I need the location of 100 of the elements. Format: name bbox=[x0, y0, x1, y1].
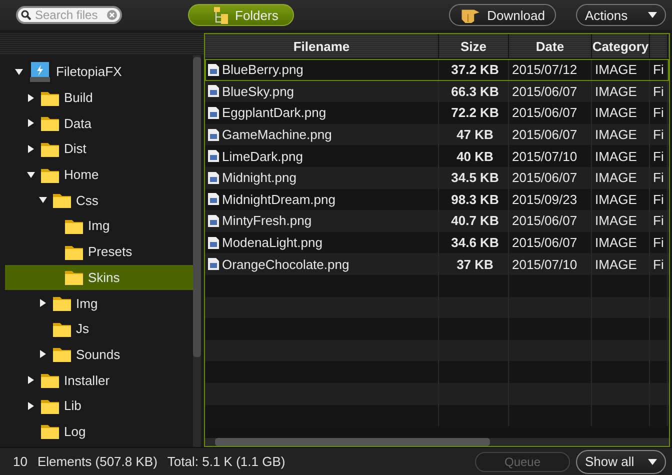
tree-label: Data bbox=[64, 116, 92, 131]
category-cell: IMAGE bbox=[595, 235, 637, 250]
tree-item[interactable]: Data bbox=[5, 110, 193, 136]
tree-item[interactable]: Home bbox=[5, 162, 193, 188]
category-cell: IMAGE bbox=[595, 213, 637, 228]
tree-item[interactable]: Log bbox=[5, 418, 193, 444]
filename-cell: Midnight.png bbox=[222, 170, 296, 186]
table-row[interactable]: BlueSky.png 66.3 KB 2015/06/07 IMAGE Fi bbox=[205, 80, 669, 102]
size-cell: 40 KB bbox=[456, 148, 494, 164]
folder-icon bbox=[65, 269, 83, 286]
caret-right-icon[interactable] bbox=[27, 376, 35, 384]
table-row[interactable]: EggplantDark.png 72.2 KB 2015/06/07 IMAGE Fi bbox=[205, 102, 669, 124]
size-cell: 66.3 KB bbox=[451, 84, 499, 99]
table-row[interactable]: MintyFresh.png 40.7 KB 2015/06/07 IMAGE Fi bbox=[205, 210, 669, 232]
tree-label: Img bbox=[76, 296, 98, 311]
scrollbar[interactable] bbox=[205, 438, 669, 446]
folder-icon bbox=[41, 372, 59, 388]
table-row[interactable]: MidnightDream.png 98.3 KB 2015/09/23 IMAGE Fi bbox=[205, 188, 669, 210]
category-cell: IMAGE bbox=[595, 170, 637, 186]
size-cell: 47 KB bbox=[456, 127, 494, 142]
caret-right-icon[interactable] bbox=[39, 350, 47, 358]
folder-icon bbox=[53, 320, 71, 337]
caret-down-icon[interactable] bbox=[27, 170, 35, 179]
date-cell: 2015/07/10 bbox=[512, 148, 578, 164]
size-cell: 37.2 KB bbox=[451, 62, 499, 78]
download-button[interactable]: Download bbox=[449, 4, 556, 26]
actions-dropdown[interactable]: Actions bbox=[576, 4, 666, 26]
category-cell: IMAGE bbox=[595, 62, 637, 78]
filename-cell: MidnightDream.png bbox=[222, 192, 336, 207]
size-cell: 34.6 KB bbox=[451, 235, 499, 250]
image-file-icon bbox=[208, 64, 219, 76]
size-cell: 98.3 KB bbox=[451, 192, 499, 207]
size-cell: 37 KB bbox=[456, 256, 494, 272]
tree-item[interactable]: Sounds bbox=[5, 342, 193, 368]
date-cell: 2015/06/07 bbox=[512, 213, 578, 228]
tree-item[interactable]: Installer bbox=[5, 367, 193, 393]
tree-label: Lib bbox=[64, 398, 82, 414]
search-icon bbox=[21, 10, 31, 20]
filename-cell: LimeDark.png bbox=[222, 148, 303, 164]
caret-right-icon[interactable] bbox=[27, 402, 35, 410]
tree-label: Presets bbox=[88, 244, 132, 260]
date-cell: 2015/07/10 bbox=[512, 256, 578, 272]
caret-down-icon bbox=[648, 12, 657, 18]
table-row[interactable]: Midnight.png 34.5 KB 2015/06/07 IMAGE Fi bbox=[205, 166, 669, 189]
folders-button[interactable]: Folders bbox=[188, 4, 294, 26]
table-row[interactable]: LimeDark.png 40 KB 2015/07/10 IMAGE Fi bbox=[205, 145, 669, 167]
caret-right-icon[interactable] bbox=[39, 299, 47, 308]
image-file-icon bbox=[208, 172, 219, 184]
filename-cell: MintyFresh.png bbox=[222, 213, 312, 228]
caret-right-icon[interactable] bbox=[27, 119, 35, 128]
tree-item[interactable]: Skins bbox=[5, 264, 193, 290]
tree-item[interactable]: Js bbox=[5, 316, 193, 342]
filename-cell: BlueBerry.png bbox=[222, 62, 304, 78]
tree-item[interactable]: Dist bbox=[5, 136, 193, 162]
scrollbar[interactable] bbox=[193, 55, 201, 447]
date-cell: 2015/06/07 bbox=[512, 235, 578, 250]
folder-icon bbox=[41, 166, 59, 183]
caret-right-icon[interactable] bbox=[27, 144, 35, 153]
table-cell: Fi bbox=[653, 256, 664, 272]
column-header[interactable]: Size bbox=[439, 34, 509, 58]
search-field[interactable]: Search files bbox=[16, 6, 122, 24]
table-cell: Fi bbox=[653, 62, 664, 78]
caret-down-icon[interactable] bbox=[15, 68, 23, 76]
filter-dropdown[interactable]: Show all bbox=[576, 450, 666, 474]
table-cell: Fi bbox=[653, 192, 664, 207]
folder-icon bbox=[41, 115, 59, 132]
caret-right-icon[interactable] bbox=[27, 94, 35, 102]
image-file-icon bbox=[208, 193, 219, 206]
size-cell: 34.5 KB bbox=[451, 170, 499, 186]
image-file-icon bbox=[208, 106, 219, 119]
tree-item[interactable]: Build bbox=[5, 84, 193, 110]
table-row[interactable]: ModenaLight.png 34.6 KB 2015/06/07 IMAGE Fi bbox=[205, 232, 669, 254]
drive-icon bbox=[29, 60, 51, 83]
folder-icon bbox=[53, 295, 71, 312]
table-row[interactable]: OrangeChocolate.png 37 KB 2015/07/10 IMAGE Fi bbox=[205, 253, 669, 275]
date-cell: 2015/06/07 bbox=[512, 105, 578, 120]
table-row[interactable]: BlueBerry.png 37.2 KB 2015/07/12 IMAGE Fi bbox=[205, 59, 669, 81]
tree-item[interactable]: Lib bbox=[5, 392, 193, 419]
tree-item[interactable]: Presets bbox=[5, 238, 193, 264]
tree-label: Home bbox=[64, 167, 99, 182]
tree-item[interactable]: Img bbox=[5, 290, 193, 316]
filename-cell: BlueSky.png bbox=[222, 84, 294, 99]
tree-label: Css bbox=[76, 192, 98, 208]
caret-down-icon[interactable] bbox=[39, 196, 47, 204]
tree-label: Log bbox=[64, 424, 86, 439]
caret-down-icon bbox=[648, 458, 657, 464]
tree-item[interactable]: Css bbox=[5, 187, 193, 214]
tree-label: Installer bbox=[64, 372, 110, 388]
clear-icon[interactable] bbox=[107, 10, 117, 20]
table-row[interactable]: GameMachine.png 47 KB 2015/06/07 IMAGE Fi bbox=[205, 124, 669, 146]
filename-cell: ModenaLight.png bbox=[222, 235, 322, 250]
tree-item[interactable]: FiletopiaFX bbox=[5, 59, 193, 85]
table-cell: Fi bbox=[653, 235, 664, 250]
elements-size: Elements (507.8 KB) bbox=[37, 454, 158, 469]
column-header[interactable]: Date bbox=[509, 34, 592, 58]
column-header[interactable]: Filename bbox=[205, 34, 439, 58]
table-cell: Fi bbox=[653, 84, 664, 99]
tree-label: Dist bbox=[64, 141, 86, 156]
tree-item[interactable]: Img bbox=[5, 213, 193, 239]
column-header[interactable]: Category bbox=[592, 34, 650, 58]
